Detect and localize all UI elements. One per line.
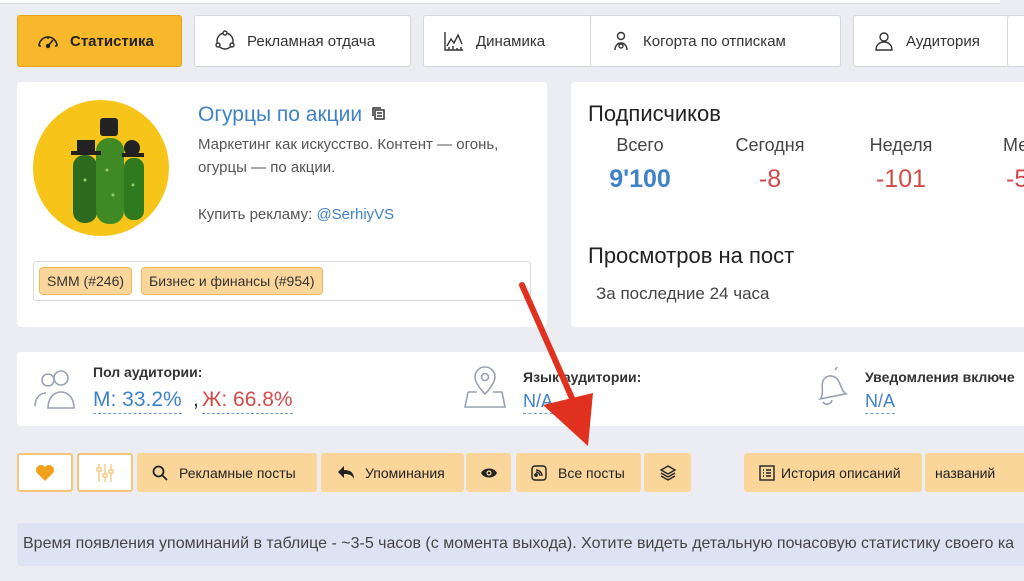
list-icon — [759, 464, 775, 481]
gender-female-value[interactable]: Ж: 66.8% — [202, 388, 293, 414]
tab-ad-return[interactable]: Рекламная отдача — [194, 15, 411, 67]
language-value[interactable]: N/A — [523, 391, 554, 414]
info-banner: Время появления упоминаний в таблице - ~… — [17, 523, 1024, 566]
tab-statistics[interactable]: Статистика — [17, 15, 182, 67]
gender-label: Пол аудитории: — [93, 364, 203, 380]
line-chart-icon — [442, 29, 466, 53]
tab-cohort[interactable]: Когорта по отпискам — [590, 15, 841, 67]
stat-today-label: Сегодня — [735, 135, 805, 155]
all-posts-button[interactable]: Все посты — [516, 453, 641, 492]
description-history-label: История описаний — [781, 464, 901, 481]
stat-today-value: -8 — [758, 165, 782, 193]
name-history-button[interactable]: названий — [925, 453, 1024, 492]
heart-icon — [35, 464, 55, 482]
top-card-edge — [0, 0, 1000, 4]
tab-label: Динамика — [476, 32, 546, 50]
tab-label: Рекламная отдача — [247, 32, 376, 50]
ad-posts-label: Рекламные посты — [179, 464, 296, 481]
category-list: SMM (#246) Бизнес и финансы (#954) — [33, 261, 531, 301]
channel-title-text[interactable]: Огурцы по акции — [198, 103, 362, 127]
mentions-label: Упоминания — [365, 464, 445, 481]
all-posts-layers-button[interactable] — [644, 453, 691, 492]
layers-icon — [659, 464, 677, 482]
speedometer-icon — [36, 29, 60, 53]
notifications-label: Уведомления включе — [865, 369, 1015, 385]
favorite-button[interactable] — [17, 453, 73, 492]
tab-label: Когорта по отпискам — [643, 32, 786, 50]
views-period: За последние 24 часа — [596, 284, 770, 303]
tab-more[interactable] — [1007, 15, 1024, 67]
stat-month-value: -5 — [1006, 165, 1024, 193]
ad-posts-button[interactable]: Рекламные посты — [137, 453, 317, 492]
description-history-button[interactable]: История описаний — [744, 453, 922, 492]
channel-avatar — [33, 100, 169, 236]
notifications-value[interactable]: N/A — [865, 391, 896, 414]
eye-icon — [480, 467, 498, 479]
name-history-label: названий — [935, 464, 996, 481]
buy-ad-link[interactable]: @SerhiyVS — [316, 206, 394, 223]
user-cog-icon — [609, 29, 633, 53]
map-pin-icon — [462, 364, 508, 415]
sliders-icon — [94, 462, 116, 484]
settings-button[interactable] — [77, 453, 133, 492]
mentions-button[interactable]: Упоминания — [321, 453, 464, 492]
stat-total-label: Всего — [616, 135, 664, 155]
network-icon — [213, 29, 237, 53]
tab-audience[interactable]: Аудитория — [853, 15, 1011, 67]
all-posts-label: Все посты — [558, 464, 625, 481]
subscribers-title: Подписчиков — [588, 101, 721, 126]
channel-title[interactable]: Огурцы по акции — [198, 103, 386, 127]
gender-separator: , — [193, 388, 199, 411]
stat-month-label: Ме — [1003, 135, 1024, 155]
buy-ad-line: Купить рекламу: @SerhiyVS — [198, 206, 394, 223]
buy-ad-label: Купить рекламу: — [198, 206, 313, 223]
reply-icon — [337, 465, 355, 481]
tab-label: Статистика — [70, 32, 154, 50]
views-title: Просмотров на пост — [588, 243, 795, 268]
language-label: Язык аудитории: — [523, 369, 642, 385]
feed-icon — [530, 464, 548, 482]
stat-total-value: 9'100 — [609, 165, 671, 193]
info-banner-text: Время появления упоминаний в таблице - ~… — [23, 535, 1015, 552]
user-icon — [872, 29, 896, 53]
tab-dynamics[interactable]: Динамика — [423, 15, 593, 67]
users-icon — [32, 366, 78, 415]
gender-male-value[interactable]: М: 33.2% — [93, 388, 182, 414]
channel-description: Маркетинг как искусство. Контент — огонь… — [198, 136, 499, 176]
search-icon — [152, 465, 168, 481]
category-badge[interactable]: Бизнес и финансы (#954) — [141, 267, 323, 295]
bell-icon — [805, 364, 851, 415]
copy-icon[interactable] — [370, 103, 386, 127]
tab-label: Аудитория — [906, 32, 980, 50]
stat-week-label: Неделя — [869, 135, 933, 155]
stat-week-value: -101 — [875, 165, 927, 193]
category-badge[interactable]: SMM (#246) — [39, 267, 133, 295]
mentions-view-button[interactable] — [466, 453, 511, 492]
